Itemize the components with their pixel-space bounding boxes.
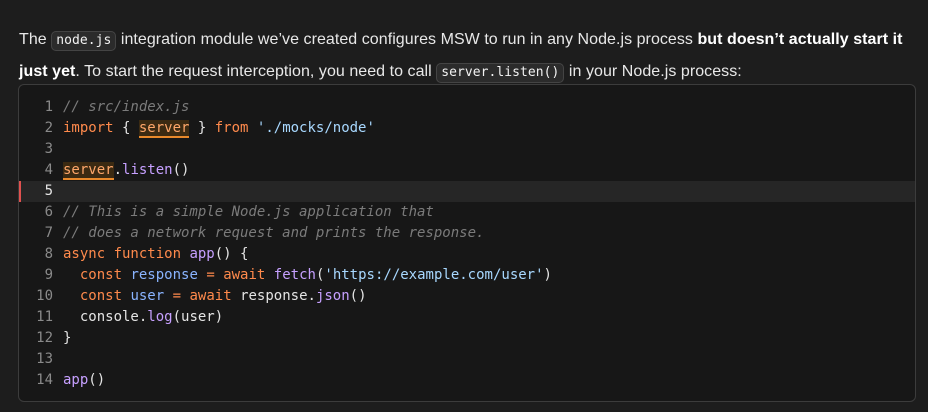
line-number: 12: [36, 330, 53, 346]
line-number: 10: [36, 288, 53, 304]
code-token: (user): [172, 309, 224, 325]
code-token: console.: [63, 309, 148, 325]
line-number: 7: [44, 225, 53, 241]
inline-code-server-listen: server.listen(): [436, 63, 565, 83]
code-text: const user = await response.json(): [63, 286, 367, 307]
code-text: // This is a simple Node.js application …: [63, 202, 434, 223]
code-token: (): [349, 288, 367, 304]
code-line: 14 app(): [19, 370, 915, 391]
intro-text-4: in your Node.js process:: [564, 63, 742, 80]
code-token: }: [63, 330, 72, 346]
code-text: }: [63, 328, 71, 349]
line-number: 14: [36, 372, 53, 388]
code-line: 7 // does a network request and prints th…: [19, 223, 915, 244]
line-number: 9: [44, 267, 53, 283]
code-token: app: [189, 246, 215, 262]
code-token: const: [79, 288, 123, 304]
code-token: app: [63, 372, 89, 388]
line-number: 2: [44, 120, 53, 136]
code-token: await: [189, 288, 232, 304]
intro-paragraph: The node.js integration module we’ve cre…: [19, 24, 909, 88]
code-token: listen: [122, 162, 173, 178]
code-text: const response = await fetch('https://ex…: [63, 265, 552, 286]
code-token: server: [138, 120, 190, 138]
code-token: fetch: [273, 267, 316, 283]
code-text: app(): [63, 370, 105, 391]
code-token: import: [63, 120, 114, 136]
code-lines: 1 // src/index.js 2 import { server } from …: [19, 97, 915, 391]
code-token: 'https://example.com/user': [324, 267, 544, 283]
line-number: 4: [44, 162, 53, 178]
code-line: 5: [19, 181, 915, 202]
code-token: {: [113, 120, 139, 136]
code-token: =: [206, 267, 215, 283]
code-token: response: [130, 267, 198, 283]
code-line: 13: [19, 349, 915, 370]
code-line: 12}: [19, 328, 915, 349]
line-number: 11: [36, 309, 53, 325]
code-token: log: [147, 309, 173, 325]
line-number: 5: [44, 183, 53, 199]
code-line: 6 // This is a simple Node.js application…: [19, 202, 915, 223]
code-text: // does a network request and prints the…: [63, 223, 484, 244]
code-line: 2 import { server } from './mocks/node': [19, 118, 915, 139]
code-token: () {: [214, 246, 249, 262]
code-text: import { server } from './mocks/node': [63, 118, 375, 139]
code-line: 3: [19, 139, 915, 160]
code-token: // does a network request and prints the…: [63, 225, 485, 241]
code-token: from: [214, 120, 249, 136]
code-token: response.: [231, 288, 316, 304]
code-token: (): [172, 162, 190, 178]
intro-text-1: The: [19, 31, 52, 48]
code-token: // This is a simple Node.js application …: [63, 204, 434, 220]
code-token: await: [223, 267, 266, 283]
line-number: 6: [44, 204, 53, 220]
code-text: console.log(user): [63, 307, 223, 328]
code-token: .: [113, 162, 123, 178]
line-number: 13: [36, 351, 53, 367]
line-number: 8: [44, 246, 53, 262]
code-token: user: [130, 288, 165, 304]
code-token: './mocks/node': [256, 120, 375, 136]
code-text: async function app() {: [63, 244, 248, 265]
intro-text-3: . To start the request interception, you…: [75, 63, 437, 80]
code-token: async function: [63, 246, 182, 262]
code-line: 11 console.log(user): [19, 307, 915, 328]
code-token: const: [79, 267, 123, 283]
line-number: 3: [44, 141, 53, 157]
code-token: server: [63, 162, 114, 180]
intro-text-2: integration module we’ve created configu…: [116, 31, 698, 48]
code-line: 4 server.listen(): [19, 160, 915, 181]
code-line: 8 async function app() {: [19, 244, 915, 265]
code-token: }: [189, 120, 215, 136]
code-token: =: [172, 288, 182, 304]
line-number: 1: [44, 99, 53, 115]
code-token: // src/index.js: [63, 99, 190, 115]
inline-code-nodejs: node.js: [51, 31, 117, 51]
code-text: // src/index.js: [63, 97, 189, 118]
code-text: server.listen(): [63, 160, 189, 181]
code-token: ): [543, 267, 552, 283]
code-line: 1 // src/index.js: [19, 97, 915, 118]
code-token: json: [315, 288, 350, 304]
code-line: 9 const response = await fetch('https://…: [19, 265, 915, 286]
code-token: (): [88, 372, 106, 388]
code-block[interactable]: 1 // src/index.js 2 import { server } from …: [18, 84, 916, 402]
code-line: 10 const user = await response.json(): [19, 286, 915, 307]
